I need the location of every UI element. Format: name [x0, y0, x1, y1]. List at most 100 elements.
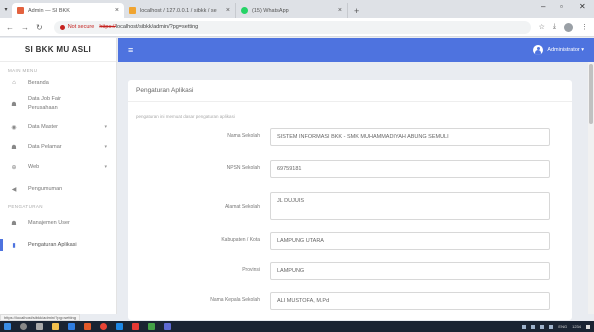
field-label: Kabupaten / Kota [221, 237, 260, 243]
status-bar-url: https://localhost/sibkk/admin/?pg=settin… [0, 314, 80, 321]
user-menu-button[interactable]: Administrator ▾ [533, 45, 584, 55]
sidebar-item-pengumuman[interactable]: ◀ Pengumuman [0, 182, 116, 196]
tray-icon[interactable] [531, 324, 536, 329]
provinsi-input[interactable]: LAMPUNG [270, 262, 550, 280]
sidebar-item-job-fair[interactable]: ☗ Data Job Fair Perusahaan [0, 92, 116, 116]
url-path: localhost/sibkk/admin/?pg=setting [115, 24, 199, 30]
close-tab-icon[interactable]: × [338, 7, 342, 14]
user-group-icon: ☗ [11, 144, 17, 151]
sidebar-item-label: Beranda [28, 80, 49, 86]
sidebar-item-label: Data Master [28, 124, 58, 130]
network-icon[interactable] [540, 324, 545, 329]
settings-card: Pengaturan Aplikasi pengaturan ini memua… [128, 80, 572, 320]
sidebar-item-label: Pengumuman [28, 186, 63, 192]
task-view-icon[interactable] [36, 323, 43, 330]
user-manage-icon: ☗ [11, 220, 17, 227]
field-label: Provinsi [242, 267, 260, 273]
browser-menu-icon[interactable]: ⋮ [581, 23, 588, 31]
browser-tab-strip: ▾ Admin — SI BKK × localhost / 127.0.0.1… [0, 0, 594, 18]
menu-heading-pengaturan: PENGATURAN [8, 204, 43, 209]
close-tab-icon[interactable]: × [226, 7, 230, 14]
file-explorer-icon[interactable] [52, 323, 59, 330]
sidebar-item-data-pelamar[interactable]: ☗ Data Pelamar ▾ [0, 140, 116, 154]
user-avatar-icon [533, 45, 544, 55]
sidebar: SI BKK MU ASLI MAIN MENU ⌂ Beranda ☗ Dat… [0, 38, 117, 314]
forward-arrow-icon[interactable]: → [21, 23, 29, 32]
sidebar-item-beranda[interactable]: ⌂ Beranda [0, 76, 116, 90]
search-icon[interactable] [20, 323, 27, 330]
os-taskbar: ENG 1234 [0, 321, 594, 332]
app-icon[interactable] [164, 323, 171, 330]
sidebar-item-label: Manajemen User [28, 220, 70, 226]
browser-tab-whatsapp[interactable]: (15) WhatsApp × [236, 3, 348, 18]
not-secure-badge[interactable]: Not secure [59, 24, 94, 30]
back-arrow-icon[interactable]: ← [6, 23, 14, 32]
kepala-sekolah-input[interactable]: ALI MUSTOFA, M.Pd [270, 292, 550, 310]
nama-sekolah-input[interactable]: SISTEM INFORMASI BKK - SMK MUHAMMADIYAH … [270, 128, 550, 146]
tab-favicon-icon [17, 7, 24, 14]
field-label: Alamat Sekolah [224, 204, 260, 210]
tab-search-icon[interactable]: ▾ [0, 0, 12, 18]
close-tab-icon[interactable]: × [115, 7, 119, 14]
sidebar-item-manajemen-user[interactable]: ☗ Manajemen User [0, 216, 116, 230]
sidebar-item-web[interactable]: ⊕ Web ▾ [0, 160, 116, 174]
new-tab-button[interactable]: + [348, 3, 365, 18]
maximize-icon[interactable]: ▫ [560, 2, 563, 11]
user-menu-label: Administrator ▾ [547, 47, 584, 53]
tab-favicon-icon [241, 7, 248, 14]
url-input[interactable]: Not secure https://localhost/sibkk/admin… [53, 20, 531, 34]
tray-icon[interactable] [522, 324, 527, 329]
chevron-down-icon: ▾ [104, 144, 107, 150]
app-icon[interactable] [148, 323, 155, 330]
clock[interactable]: 1234 [572, 324, 581, 329]
tab-favicon-icon [129, 7, 136, 14]
form-row-nama-sekolah: Nama Sekolah SISTEM INFORMASI BKK - SMK … [128, 128, 572, 146]
alamat-textarea[interactable]: JL DUJUIS [270, 192, 550, 220]
settings-icon: ▮ [12, 242, 16, 249]
sidebar-item-label: Pengaturan Aplikasi [28, 242, 77, 248]
npsn-input[interactable]: 69759181 [270, 160, 550, 178]
home-icon: ⌂ [12, 80, 16, 86]
close-window-icon[interactable]: ✕ [579, 2, 586, 11]
menu-heading-main: MAIN MENU [8, 68, 38, 73]
users-icon: ☗ [11, 101, 17, 108]
sidebar-item-data-master[interactable]: ◉ Data Master ▾ [0, 120, 116, 134]
tab-title: (15) WhatsApp [252, 7, 289, 14]
card-description: pengaturan ini memuat dasar pengaturan a… [136, 114, 235, 119]
profile-avatar-icon[interactable] [564, 22, 573, 32]
volume-icon[interactable] [549, 324, 554, 329]
sidebar-item-label: Data Pelamar [28, 144, 62, 150]
app-icon[interactable] [116, 323, 123, 330]
app-icon[interactable] [132, 323, 139, 330]
store-icon[interactable] [68, 323, 75, 330]
reload-icon[interactable]: ↻ [36, 23, 43, 32]
app-icon[interactable] [84, 323, 91, 330]
notification-icon[interactable] [586, 324, 590, 329]
hamburger-menu-icon[interactable]: ≡ [128, 45, 133, 55]
browser-tab-admin[interactable]: Admin — SI BKK × [12, 3, 124, 18]
field-label: Nama Kepala Sekolah [210, 297, 260, 303]
globe-icon: ⊕ [11, 164, 17, 171]
megaphone-icon: ◀ [11, 186, 17, 193]
warning-icon [59, 24, 65, 30]
sidebar-item-label: Web [28, 164, 40, 170]
kabupaten-input[interactable]: LAMPUNG UTARA [270, 232, 550, 250]
main-content: Pengaturan Aplikasi pengaturan ini memua… [118, 62, 594, 320]
app-brand[interactable]: SI BKK MU ASLI [0, 38, 116, 62]
minimize-icon[interactable]: – [541, 2, 545, 11]
sidebar-item-pengaturan-aplikasi[interactable]: ▮ Pengaturan Aplikasi [0, 238, 116, 252]
top-header: ≡ Administrator ▾ [118, 38, 594, 62]
page-scrollbar[interactable] [588, 62, 594, 314]
bookmark-star-icon[interactable]: ☆ [539, 23, 545, 31]
form-row-alamat: Alamat Sekolah JL DUJUIS [128, 192, 572, 220]
browser-tab-phpmyadmin[interactable]: localhost / 127.0.0.1 / sibkk / se × [124, 3, 236, 18]
chrome-icon[interactable] [100, 323, 107, 330]
database-icon: ◉ [11, 124, 17, 131]
url-protocol: https:// [99, 24, 116, 30]
address-bar: ← → ↻ Not secure https://localhost/sibkk… [0, 18, 594, 37]
windows-start-icon[interactable] [4, 323, 11, 330]
scrollbar-thumb[interactable] [589, 64, 593, 124]
language-indicator[interactable]: ENG [558, 324, 567, 329]
form-row-provinsi: Provinsi LAMPUNG [128, 262, 572, 280]
download-icon[interactable]: ⤓ [553, 23, 556, 31]
